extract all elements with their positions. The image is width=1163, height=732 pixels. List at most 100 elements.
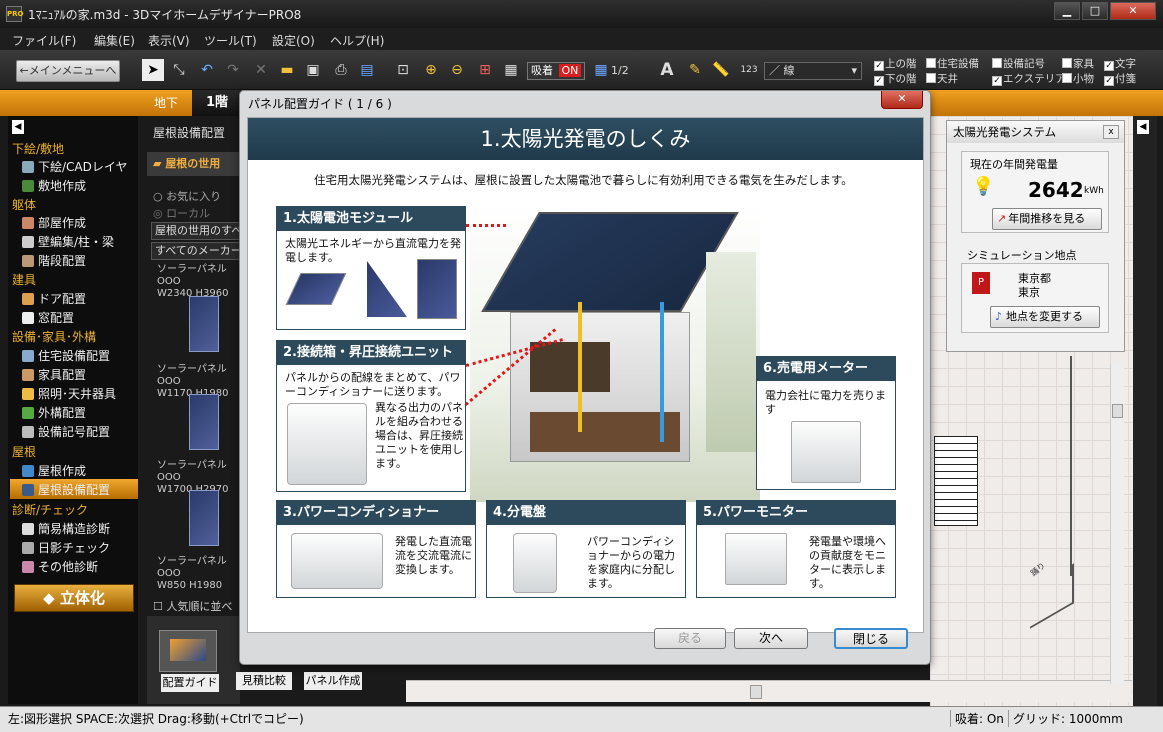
delete-icon[interactable]: ✕ bbox=[250, 59, 272, 81]
select-arrow-icon[interactable]: ➤ bbox=[142, 59, 164, 81]
line-style-icon: ／ bbox=[769, 64, 784, 77]
dialog-close-icon[interactable]: ✕ bbox=[881, 91, 923, 109]
solar-close-icon[interactable]: x bbox=[1103, 125, 1119, 139]
list-item[interactable]: ソーラーパネルOOO W1700 H2970 bbox=[149, 460, 240, 555]
nav-item-housing-equipment[interactable]: 住宅設備配置 bbox=[22, 347, 110, 364]
annual-generation-group: 現在の年間発電量 💡 2642 kWh ↗ 年間推移を見る bbox=[961, 151, 1109, 233]
nav-item-wall[interactable]: 壁編集/柱・梁 bbox=[22, 233, 114, 250]
check-sticky-note[interactable]: ✓ 付箋 bbox=[1104, 71, 1136, 86]
nav-item-exterior[interactable]: 外構配置 bbox=[22, 404, 86, 421]
yearly-trend-button[interactable]: ↗ 年間推移を見る bbox=[992, 208, 1102, 230]
measure-ruler-icon[interactable]: 📏 bbox=[710, 59, 732, 81]
nav-item-roof[interactable]: 屋根作成 bbox=[22, 462, 86, 479]
back-button[interactable]: 戻る bbox=[654, 628, 726, 649]
nav-item-other[interactable]: その他診断 bbox=[22, 558, 98, 575]
panel-guide-dialog: パネル配置ガイド ( 1 / 6 ) ✕ 1.太陽光発電のしくみ 住宅用太陽光発… bbox=[239, 90, 931, 665]
panel-create-button[interactable]: パネル作成 bbox=[304, 672, 362, 690]
grid-red-icon[interactable]: ⊞ bbox=[474, 59, 496, 81]
preview-icon[interactable]: ▤ bbox=[356, 59, 378, 81]
page-indicator[interactable]: 1/2 bbox=[611, 64, 629, 77]
check-equipment[interactable]: 住宅設備 bbox=[926, 56, 979, 71]
nav-item-structure[interactable]: 簡易構造診断 bbox=[22, 520, 110, 537]
nav-item-lighting[interactable]: 照明･天井器具 bbox=[22, 385, 116, 402]
main-menu-button[interactable]: ←メインメニューへ bbox=[16, 60, 120, 82]
nav-item-roof-equipment[interactable]: 屋根設備配置 bbox=[22, 481, 110, 498]
multi-select-icon[interactable]: ⤡ bbox=[168, 59, 190, 81]
favorites-radio[interactable]: ○ お気に入り bbox=[153, 188, 221, 204]
undo-icon[interactable]: ↶ bbox=[196, 59, 218, 81]
snap-toggle[interactable]: 吸着 ON bbox=[527, 62, 585, 80]
placement-guide-icon[interactable] bbox=[159, 630, 217, 672]
next-button[interactable]: 次へ bbox=[734, 628, 808, 649]
zoom-out-icon[interactable]: ⊖ bbox=[446, 59, 468, 81]
nav-item-equipment-symbol[interactable]: 設備記号配置 bbox=[22, 423, 110, 440]
page-grid-icon[interactable]: ▦ bbox=[590, 59, 612, 81]
tab-1f[interactable]: 1階 bbox=[192, 90, 242, 116]
maximize-button[interactable]: □ bbox=[1082, 2, 1108, 20]
collapse-left-icon[interactable]: ◀ bbox=[12, 120, 24, 134]
fit-view-icon[interactable]: ⊡ bbox=[392, 59, 414, 81]
check-equipment-symbol[interactable]: 設備記号 bbox=[992, 56, 1045, 71]
local-radio[interactable]: ◎ ローカル bbox=[153, 205, 210, 221]
placement-guide-button[interactable]: 配置ガイド bbox=[161, 674, 219, 692]
highlight-pen-icon[interactable]: ✎ bbox=[684, 59, 706, 81]
check-lower-floor[interactable]: ✓ 下の階 bbox=[874, 71, 917, 86]
card-power-monitor: 5.パワーモニター 発電量や環境への貢献度をモニターに表示します。 bbox=[696, 500, 896, 598]
menu-tools[interactable]: ツール(T) bbox=[204, 32, 257, 49]
status-bar: 左:図形選択 SPACE:次選択 Drag:移動(+Ctrlでコピー) 吸着: … bbox=[0, 706, 1163, 732]
horizontal-scroll-area[interactable] bbox=[406, 680, 1132, 702]
line-style-select[interactable]: ／ 線 ▾ bbox=[764, 62, 862, 80]
hscroll-thumb[interactable] bbox=[750, 685, 762, 699]
dimension-icon[interactable]: 123 bbox=[738, 59, 760, 81]
folder-tab[interactable]: ▰ 屋根の世用 bbox=[147, 152, 240, 176]
text-tool-icon[interactable]: A bbox=[656, 59, 678, 81]
list-item[interactable]: ソーラーパネルOOO W2340 H3960 bbox=[149, 264, 240, 359]
vscroll-thumb[interactable] bbox=[1112, 404, 1123, 418]
menu-view[interactable]: 表示(V) bbox=[148, 32, 190, 49]
nav-item-door[interactable]: ドア配置 bbox=[22, 290, 86, 307]
minimize-button[interactable]: ▁ bbox=[1054, 2, 1080, 20]
grid-icon[interactable]: ▦ bbox=[500, 59, 522, 81]
nav-item-furniture[interactable]: 家具配置 bbox=[22, 366, 86, 383]
wire-yellow bbox=[578, 302, 582, 432]
tab-basement[interactable]: 地下 bbox=[140, 90, 192, 116]
category-select[interactable]: 屋根の世用のすべ bbox=[151, 222, 240, 240]
make-3d-button[interactable]: ◆ 立体化 bbox=[14, 584, 134, 612]
menu-file[interactable]: ファイル(F) bbox=[12, 32, 76, 49]
open-folder-icon[interactable]: ▬ bbox=[276, 59, 298, 81]
menu-settings[interactable]: 設定(O) bbox=[272, 32, 315, 49]
menu-help[interactable]: ヘルプ(H) bbox=[330, 32, 384, 49]
print-icon[interactable]: ⎙ bbox=[330, 59, 352, 81]
left-nav: ◀ 下絵/敷地 下絵/CADレイヤ 敷地作成 躯体 部屋作成 壁編集/柱・梁 階… bbox=[8, 116, 138, 704]
check-ceiling[interactable]: 天井 bbox=[926, 71, 958, 86]
zoom-in-icon[interactable]: ⊕ bbox=[420, 59, 442, 81]
change-site-button[interactable]: ♪ 地点を変更する bbox=[990, 306, 1100, 328]
maker-select[interactable]: すべてのメーカー bbox=[151, 242, 240, 260]
list-item[interactable]: ソーラーパネルOOO W850 H1980 bbox=[149, 556, 240, 596]
nav-item-underlay[interactable]: 下絵/CADレイヤ bbox=[22, 158, 128, 175]
nav-item-room[interactable]: 部屋作成 bbox=[22, 214, 86, 231]
card-sales-meter: 6.売電用メーター 電力会社に電力を売ります bbox=[756, 356, 896, 490]
check-furniture[interactable]: 家具 bbox=[1062, 56, 1094, 71]
collapse-right-icon[interactable]: ◀ bbox=[1137, 120, 1149, 134]
vertical-scrollbar[interactable] bbox=[1110, 364, 1124, 684]
nav-item-site[interactable]: 敷地作成 bbox=[22, 177, 86, 194]
save-icon[interactable]: ▣ bbox=[302, 59, 324, 81]
check-small-items[interactable]: 小物 bbox=[1062, 71, 1094, 86]
check-exterior[interactable]: ✓ エクステリア bbox=[992, 71, 1066, 86]
close-button[interactable]: 閉じる bbox=[834, 628, 908, 649]
checkbox-icon bbox=[926, 58, 936, 68]
nav-item-stairs[interactable]: 階段配置 bbox=[22, 252, 86, 269]
menu-edit[interactable]: 編集(E) bbox=[94, 32, 135, 49]
list-item[interactable]: ソーラーパネルOOO W1170 H1980 bbox=[149, 364, 240, 459]
nav-item-shadow[interactable]: 日影チェック bbox=[22, 539, 110, 556]
check-upper-floor[interactable]: ✓ 上の階 bbox=[874, 56, 917, 71]
sort-popular-checkbox[interactable]: ☐ 人気順に並べ bbox=[153, 598, 232, 614]
check-text[interactable]: ✓ 文字 bbox=[1104, 56, 1136, 71]
close-window-button[interactable]: ✕ bbox=[1110, 2, 1156, 20]
redo-icon[interactable]: ↷ bbox=[222, 59, 244, 81]
stairs-icon bbox=[22, 255, 34, 267]
checkbox-icon: ✓ bbox=[1104, 76, 1114, 86]
nav-item-window[interactable]: 窓配置 bbox=[22, 309, 74, 326]
estimate-compare-button[interactable]: 見積比較 bbox=[236, 672, 292, 690]
